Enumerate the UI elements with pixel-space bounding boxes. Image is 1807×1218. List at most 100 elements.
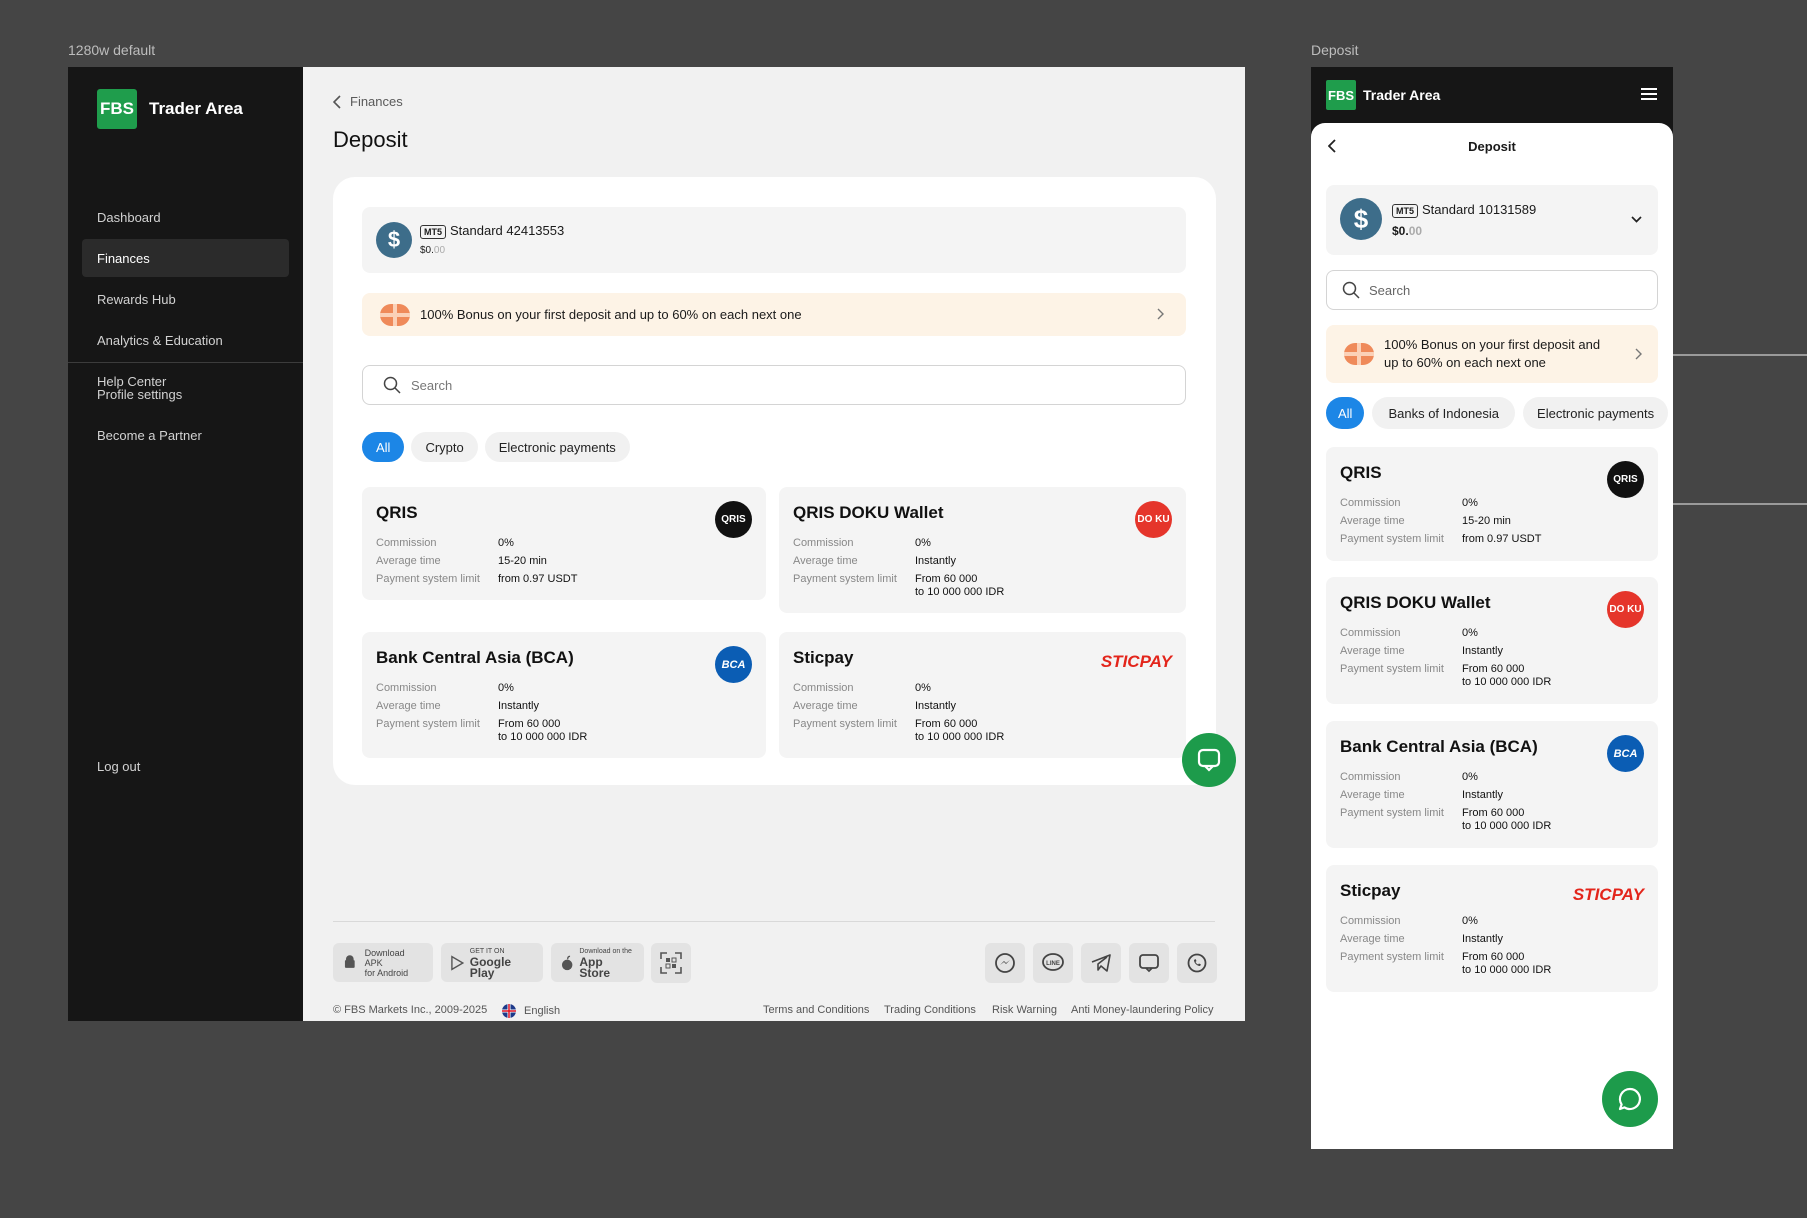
- google-play-button[interactable]: GET IT ON Google Play: [441, 943, 543, 982]
- mobile-page-title: Deposit: [1468, 139, 1516, 154]
- chat-icon: [1618, 1087, 1641, 1111]
- avg-time-value: Instantly: [1462, 645, 1503, 657]
- gift-icon: [380, 303, 410, 326]
- chip-all[interactable]: All: [362, 432, 405, 462]
- account-balance: $0.00: [1392, 224, 1422, 238]
- sidebar-item-profile-settings[interactable]: Profile settings: [82, 375, 289, 413]
- bonus-banner[interactable]: 100% Bonus on your first deposit and up …: [362, 293, 1186, 336]
- chat-button[interactable]: [1602, 1071, 1658, 1127]
- avg-time-value: Instantly: [915, 555, 956, 567]
- limit-value-2: to 10 000 000 IDR: [1462, 820, 1552, 832]
- messenger-button[interactable]: [985, 943, 1025, 983]
- commission-label: Commission: [1340, 915, 1401, 927]
- chip-electronic-payments[interactable]: Electronic payments: [1523, 397, 1669, 429]
- sidebar-secondary-nav: Profile settings Become a Partner: [82, 375, 289, 457]
- method-details: Commission 0% Average time 15-20 min Payme…: [1340, 497, 1541, 551]
- bca-logo-icon: BCA: [1607, 735, 1644, 772]
- avg-time-label: Average time: [376, 700, 441, 712]
- app-store-button[interactable]: Download on the App Store: [551, 943, 644, 982]
- commission-value: 0%: [1462, 771, 1478, 783]
- sidebar-item-finances[interactable]: Finances: [82, 239, 289, 277]
- apple-icon: [561, 955, 573, 970]
- commission-value: 0%: [498, 537, 514, 549]
- aml-policy-link[interactable]: Anti Money-laundering Policy: [1071, 1004, 1213, 1016]
- messenger-icon: [995, 953, 1015, 973]
- commission-value: 0%: [1462, 497, 1478, 509]
- account-name: Standard 10131589: [1422, 202, 1537, 217]
- chip-all[interactable]: All: [1326, 397, 1365, 429]
- bonus-banner[interactable]: 100% Bonus on your first deposit and up …: [1326, 325, 1658, 383]
- limit-value: From 60 000: [915, 718, 978, 730]
- chevron-right-icon: [1157, 308, 1164, 320]
- search-input[interactable]: Search: [1326, 270, 1658, 310]
- main-content: Finances Deposit $ MT5 Standard 42413553 …: [303, 67, 1245, 1021]
- brand[interactable]: FBS Trader Area: [97, 89, 243, 129]
- method-name: Sticpay: [793, 648, 854, 667]
- sidebar-item-become-partner[interactable]: Become a Partner: [82, 416, 289, 454]
- whatsapp-icon: [1187, 953, 1207, 973]
- avg-time-label: Average time: [1340, 789, 1405, 801]
- download-apk-button[interactable]: Download APK for Android: [333, 943, 433, 982]
- payment-method-qris-doku[interactable]: QRIS DOKU Wallet DO KU Commission 0% Aver…: [1326, 577, 1658, 704]
- annotation-connector-card: [1673, 503, 1807, 505]
- risk-warning-link[interactable]: Risk Warning: [992, 1004, 1057, 1016]
- sidebar-item-dashboard[interactable]: Dashboard: [82, 198, 289, 236]
- limit-label: Payment system limit: [793, 718, 897, 730]
- telegram-button[interactable]: [1081, 943, 1121, 983]
- whatsapp-button[interactable]: [1177, 943, 1217, 983]
- trading-conditions-link[interactable]: Trading Conditions: [884, 1004, 976, 1016]
- sidebar-item-rewards-hub[interactable]: Rewards Hub: [82, 280, 289, 318]
- method-details: Commission 0% Average time Instantly Payme…: [1340, 771, 1551, 838]
- fbs-logo[interactable]: FBS: [1326, 80, 1356, 110]
- sidebar: FBS Trader Area Dashboard Finances Rewar…: [68, 67, 303, 1021]
- limit-value: From 60 000: [1462, 663, 1525, 675]
- account-selector[interactable]: $ MT5 Standard 42413553 $0.00: [362, 207, 1186, 273]
- livechat-button[interactable]: [1129, 943, 1169, 983]
- limit-value: From 60 000: [1462, 807, 1525, 819]
- copyright-text: © FBS Markets Inc., 2009-2025: [333, 1004, 488, 1016]
- search-input[interactable]: Search: [362, 365, 1186, 405]
- avg-time-label: Average time: [793, 700, 858, 712]
- line-icon: LINE: [1042, 953, 1064, 971]
- logout-link[interactable]: Log out: [82, 747, 289, 785]
- avg-time-label: Average time: [1340, 645, 1405, 657]
- breadcrumb[interactable]: Finances: [333, 94, 403, 109]
- method-details: Commission 0% Average time Instantly Payme…: [1340, 915, 1551, 982]
- payment-method-sticpay[interactable]: Sticpay STICPAY Commission 0% Average tim…: [779, 632, 1186, 758]
- mobile-header: FBS Trader Area: [1311, 67, 1673, 123]
- line-button[interactable]: LINE: [1033, 943, 1073, 983]
- payment-method-bca[interactable]: Bank Central Asia (BCA) BCA Commission 0%…: [1326, 721, 1658, 848]
- sticpay-logo-icon: STICPAY: [1572, 885, 1644, 904]
- payment-method-qris[interactable]: QRIS QRIS Commission 0% Average time 15-20…: [1326, 447, 1658, 561]
- commission-value: 0%: [915, 682, 931, 694]
- filter-chips: All Banks of Indonesia Electronic paymen…: [1326, 397, 1673, 429]
- limit-value-2: to 10 000 000 IDR: [915, 731, 1005, 743]
- method-name: QRIS: [1340, 463, 1382, 482]
- terms-link[interactable]: Terms and Conditions: [763, 1004, 869, 1016]
- limit-value-2: to 10 000 000 IDR: [915, 586, 1005, 598]
- menu-icon[interactable]: [1641, 88, 1657, 102]
- annotation-connector-bonus: [1673, 354, 1807, 356]
- chip-banks-of-indonesia[interactable]: Banks of Indonesia: [1372, 397, 1516, 429]
- deposit-card: $ MT5 Standard 42413553 $0.00 100% Bonus …: [333, 177, 1216, 785]
- payment-method-sticpay[interactable]: Sticpay STICPAY Commission 0% Average tim…: [1326, 865, 1658, 992]
- limit-value-2: to 10 000 000 IDR: [1462, 964, 1552, 976]
- limit-value: From 60 000: [498, 718, 561, 730]
- payment-method-qris-doku[interactable]: QRIS DOKU Wallet DO KU Commission 0% Aver…: [779, 487, 1186, 613]
- avg-time-value: 15-20 min: [1462, 515, 1511, 527]
- dollar-icon: $: [1340, 198, 1382, 240]
- payment-method-qris[interactable]: QRIS QRIS Commission 0% Average time 15-20…: [362, 487, 766, 600]
- commission-label: Commission: [376, 537, 437, 549]
- chat-button[interactable]: [1182, 733, 1236, 787]
- language-selector[interactable]: English: [502, 1004, 560, 1018]
- qr-code-button[interactable]: [651, 943, 691, 983]
- limit-value: From 60 000: [915, 573, 978, 585]
- limit-label: Payment system limit: [376, 718, 480, 730]
- account-selector[interactable]: $ MT5 Standard 10131589 $0.00: [1326, 185, 1658, 255]
- search-placeholder: Search: [1369, 282, 1411, 298]
- telegram-icon: [1091, 954, 1111, 972]
- chip-electronic-payments[interactable]: Electronic payments: [484, 432, 630, 462]
- chip-crypto[interactable]: Crypto: [411, 432, 478, 462]
- payment-method-bca[interactable]: Bank Central Asia (BCA) BCA Commission 0%…: [362, 632, 766, 758]
- sidebar-item-analytics-education[interactable]: Analytics & Education: [82, 321, 289, 359]
